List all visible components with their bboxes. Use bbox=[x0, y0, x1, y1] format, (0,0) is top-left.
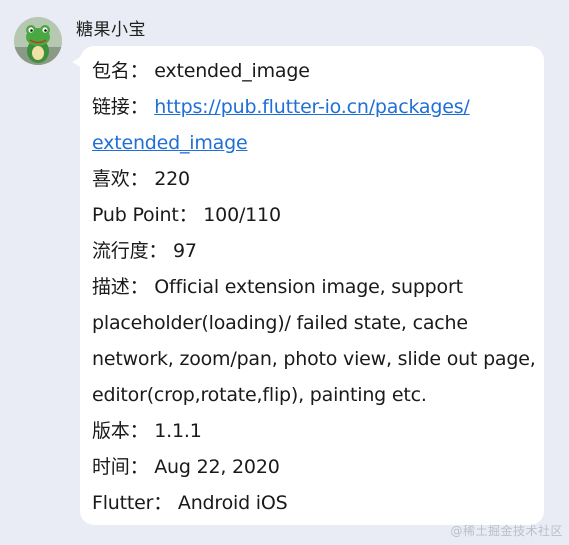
description-label: 描述： bbox=[92, 276, 149, 298]
flutter-row: Flutter： Android iOS bbox=[92, 485, 540, 521]
pub-point-value: 100/110 bbox=[203, 204, 281, 226]
popularity-row: 流行度： 97 bbox=[92, 233, 540, 269]
link-row: 链接： https://pub.flutter-io.cn/packages/ bbox=[92, 89, 540, 125]
package-value: extended_image bbox=[154, 60, 310, 82]
time-label: 时间： bbox=[92, 456, 149, 478]
message-content: 包名： extended_image 链接： https://pub.flutt… bbox=[92, 53, 540, 521]
pub-point-label: Pub Point： bbox=[92, 204, 198, 226]
likes-row: 喜欢： 220 bbox=[92, 161, 540, 197]
package-label: 包名： bbox=[92, 60, 149, 82]
flutter-value: Android iOS bbox=[177, 492, 288, 514]
time-value: Aug 22, 2020 bbox=[154, 456, 280, 478]
description-line-1: Official extension image, support bbox=[154, 276, 463, 298]
watermark: @稀土掘金技术社区 bbox=[450, 524, 563, 538]
link-row-continued: extended_image bbox=[92, 125, 540, 161]
description-line-4: editor(crop,rotate,flip), painting etc. bbox=[92, 384, 427, 406]
avatar[interactable] bbox=[14, 17, 62, 65]
popularity-label: 流行度： bbox=[92, 240, 168, 262]
time-row: 时间： Aug 22, 2020 bbox=[92, 449, 540, 485]
likes-value: 220 bbox=[154, 168, 190, 190]
likes-label: 喜欢： bbox=[92, 168, 149, 190]
description-row: 描述： Official extension image, support bbox=[92, 269, 540, 305]
description-line-2: placeholder(loading)/ failed state, cach… bbox=[92, 312, 468, 334]
popularity-value: 97 bbox=[173, 240, 197, 262]
package-row: 包名： extended_image bbox=[92, 53, 540, 89]
frog-avatar-icon bbox=[14, 17, 62, 65]
version-row: 版本： 1.1.1 bbox=[92, 413, 540, 449]
package-link-part2[interactable]: extended_image bbox=[92, 132, 248, 154]
package-link-part1[interactable]: https://pub.flutter-io.cn/packages/ bbox=[154, 96, 470, 118]
sender-name: 糖果小宝 bbox=[76, 20, 146, 40]
chat-view: 糖果小宝 包名： extended_image 链接： https://pub.… bbox=[0, 0, 569, 545]
pub-point-row: Pub Point： 100/110 bbox=[92, 197, 540, 233]
flutter-label: Flutter： bbox=[92, 492, 173, 514]
version-label: 版本： bbox=[92, 420, 149, 442]
version-value: 1.1.1 bbox=[154, 420, 202, 442]
description-line-3: network, zoom/pan, photo view, slide out… bbox=[92, 348, 536, 370]
link-label: 链接： bbox=[92, 96, 149, 118]
